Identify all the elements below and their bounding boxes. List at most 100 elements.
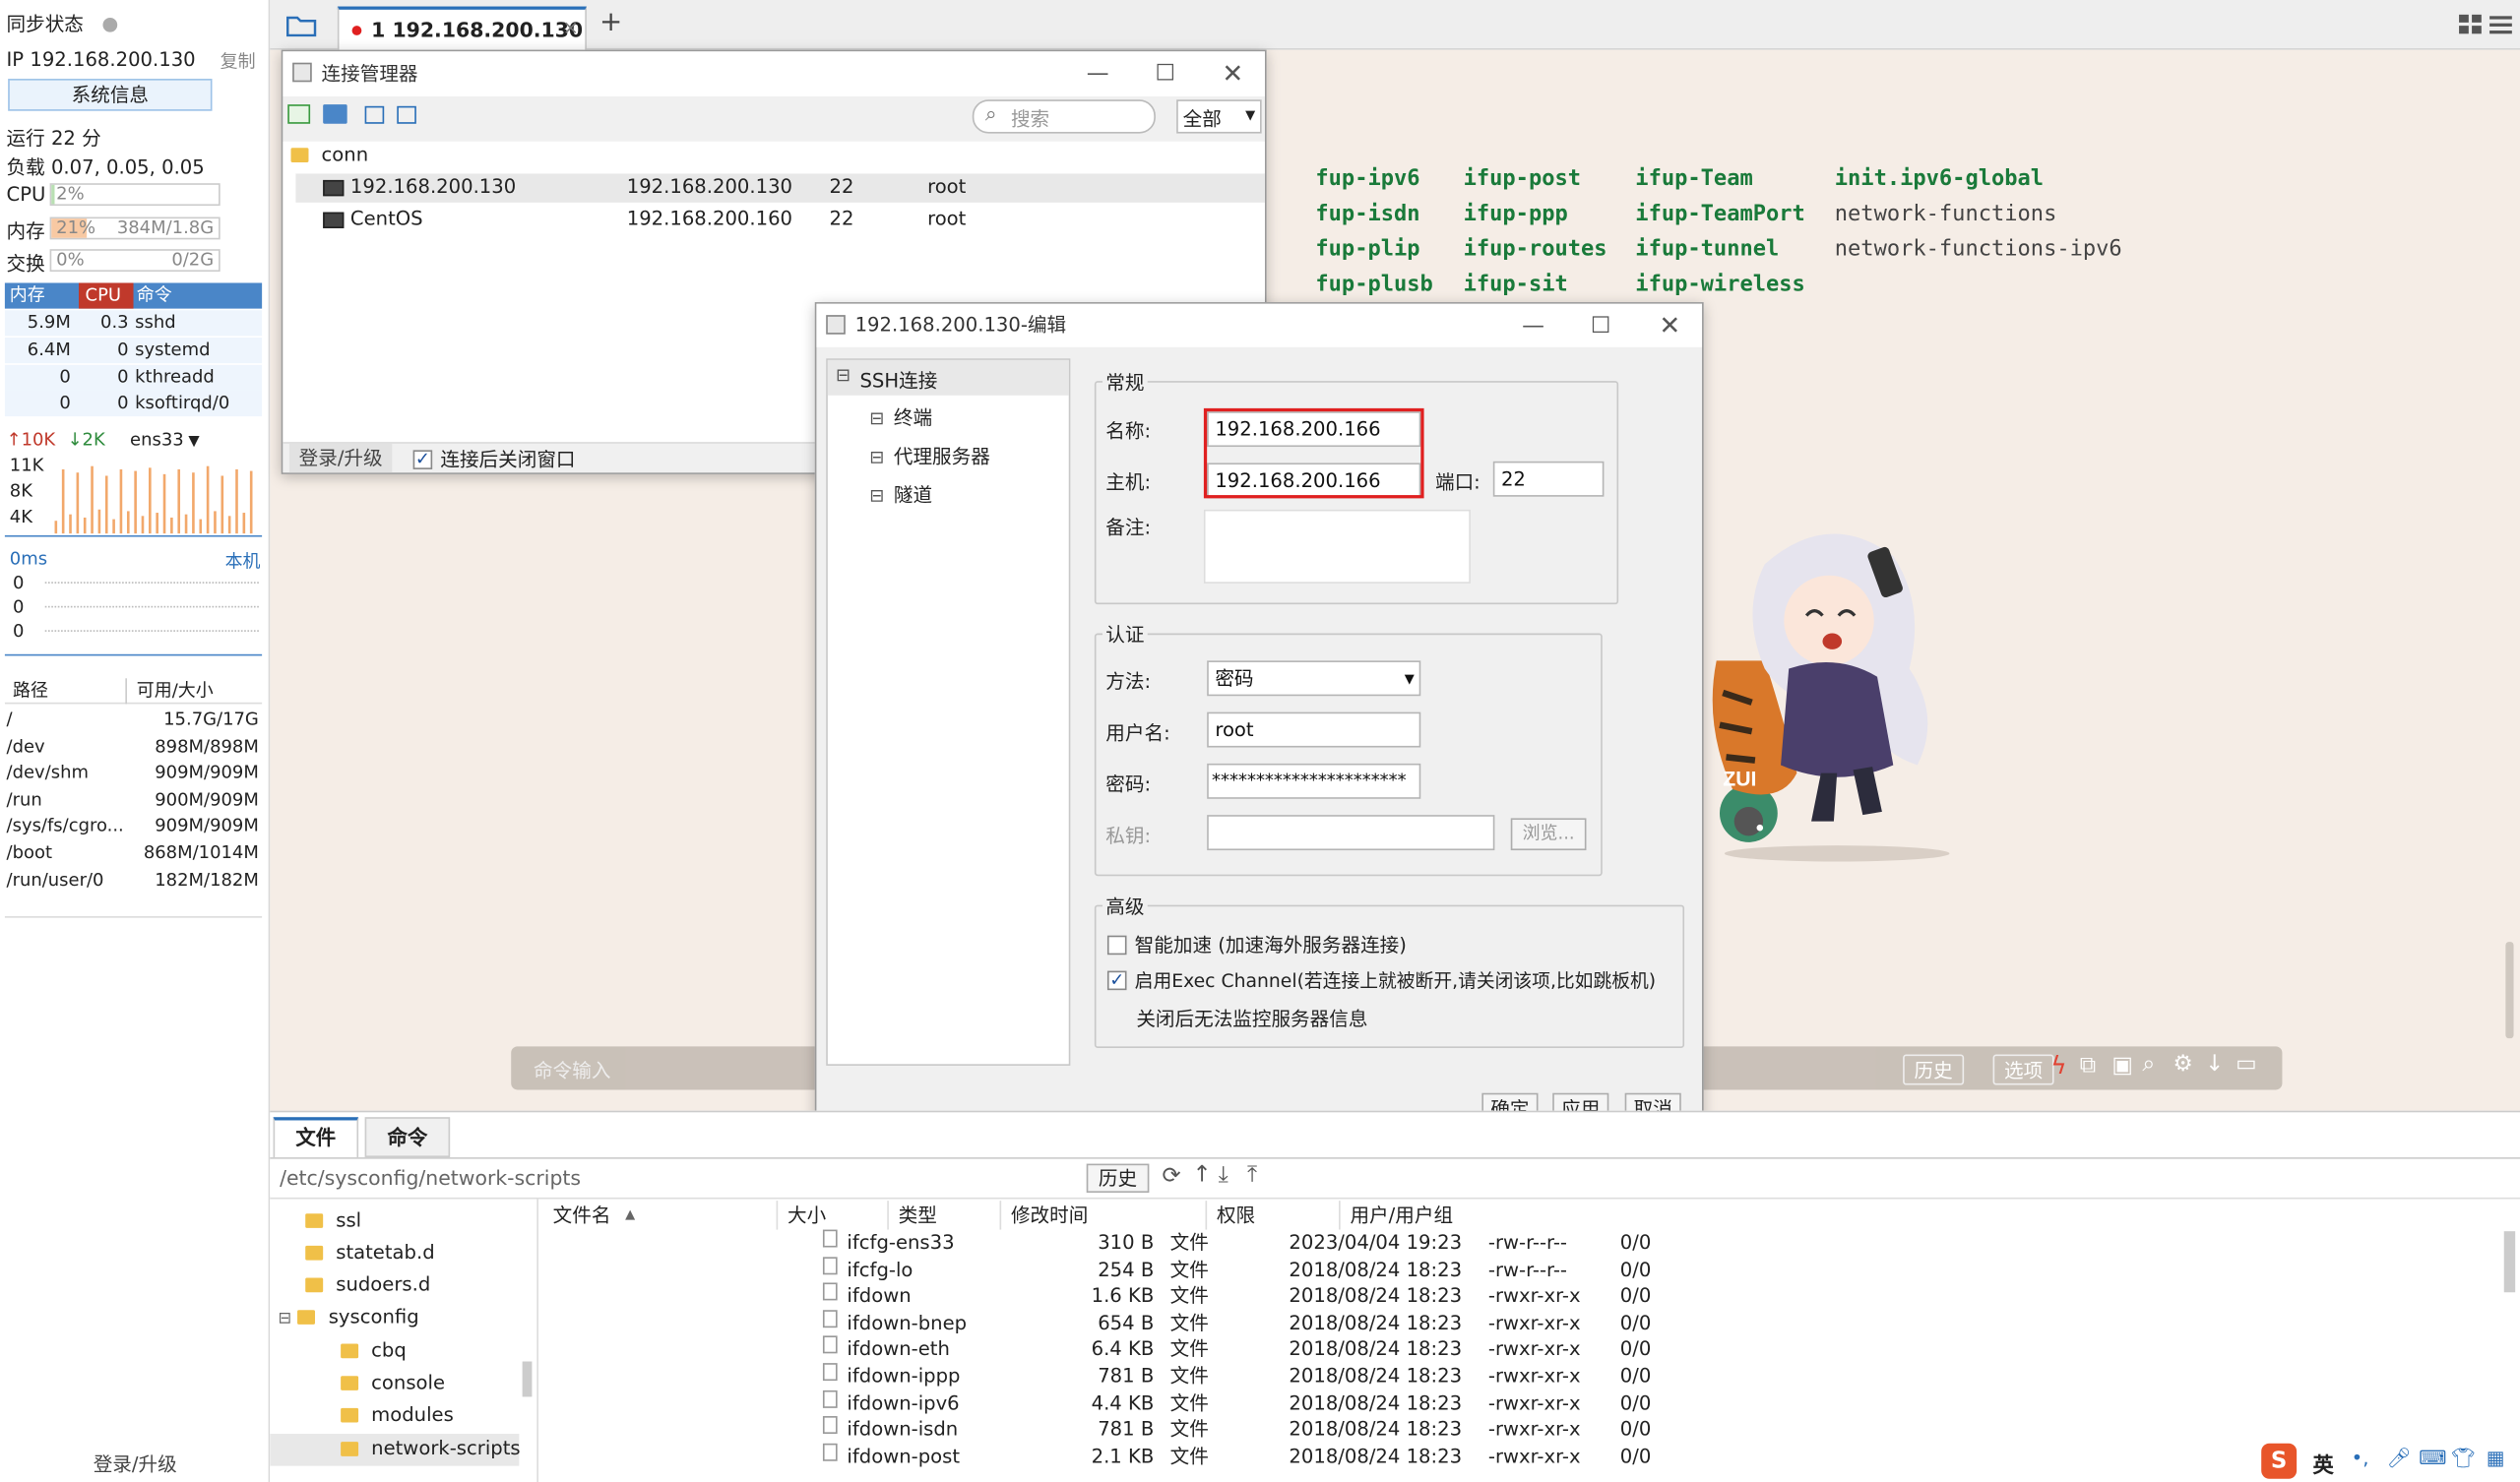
terminal-scrollbar[interactable] [2505,942,2514,1039]
ime-lang[interactable]: 英 [2312,1449,2333,1479]
collapse-icon[interactable]: ⊟ [836,365,850,386]
copy-icon[interactable]: ⧉ [2080,1053,2096,1079]
search-icon[interactable]: ⌕ [2142,1051,2155,1077]
minimize-icon[interactable]: — [1503,304,1564,349]
file-row[interactable]: ifdown-bnep 654 B 文件 2018/08/24 18:23 -rwxr-… [813,1309,1761,1336]
maximize-icon[interactable]: ☐ [1135,51,1196,96]
collapse-icon[interactable]: ⊟ [869,485,884,506]
fs-row[interactable]: /run 900M/909M [4,787,263,814]
dir-item[interactable]: statetab.d [305,1241,435,1264]
file-row[interactable]: ifdown-isdn 781 B 文件 2018/08/24 18:23 -rwxr-… [813,1416,1761,1443]
path-history-button[interactable]: 历史 [1086,1163,1150,1193]
fs-row[interactable]: /boot 868M/1014M [4,840,263,867]
copy-ip-button[interactable]: 复制 [220,48,256,74]
file-row[interactable]: ifdown-ipv6 4.4 KB 文件 2018/08/24 18:23 -rwxr… [813,1389,1761,1416]
fs-row[interactable]: /dev 898M/898M [4,733,263,760]
conn-search-input[interactable]: ⌕ 搜索 [972,99,1156,134]
dir-item[interactable]: modules [341,1403,454,1426]
layout-grid-icon[interactable] [2459,14,2482,35]
file-row[interactable]: ifdown-eth 6.4 KB 文件 2018/08/24 18:23 -rwxr-… [813,1335,1761,1363]
window-icon[interactable]: ▭ [2236,1051,2257,1077]
sort-asc-icon[interactable]: ▲ [625,1201,635,1229]
net-iface-select[interactable]: ens33 [130,429,184,450]
grid-icon[interactable]: ▦ [2487,1447,2505,1469]
expand-all-icon[interactable] [397,105,416,124]
dir-item[interactable]: cbq [341,1339,407,1361]
file-row[interactable]: ifcfg-lo 254 B 文件 2018/08/24 18:23 -rw-r--r-… [813,1256,1761,1283]
splitter[interactable] [536,1199,538,1482]
open-folder-icon[interactable] [286,13,319,38]
edit-dialog-titlebar[interactable]: 192.168.200.130-编辑 [816,303,1703,347]
dir-item-selected[interactable]: network-scripts [270,1433,521,1466]
download-icon[interactable]: ↓ [2205,1051,2224,1077]
collapse-all-icon[interactable] [364,105,385,124]
conn-folder[interactable]: conn [290,143,368,165]
port-input[interactable]: 22 [1492,461,1605,497]
upload-icon[interactable]: ⤒ [1247,1162,1257,1188]
note-textarea[interactable] [1203,509,1471,584]
exec-channel-checkbox[interactable]: ✓ [1106,967,1127,990]
conn-item[interactable]: CentOS 192.168.200.160 22 root [295,206,1265,234]
lightning-icon[interactable]: ϟ [2050,1051,2066,1080]
fs-header-size[interactable]: 可用/大小 [125,678,214,705]
fs-row[interactable]: / 15.7G/17G [4,707,263,733]
refresh-icon[interactable]: ⟳ [1162,1164,1180,1190]
proc-header-cpu[interactable]: CPU [79,282,134,309]
browse-button[interactable]: 浏览... [1510,818,1587,851]
file-row[interactable]: ifdown-post 2.1 KB 文件 2018/08/24 18:23 -rwxr… [813,1443,1761,1469]
dir-item-expanded[interactable]: ⊟ sysconfig [278,1305,418,1328]
tab-commands[interactable]: 命令 [364,1117,451,1158]
process-row[interactable]: 0 0 ksoftirqd/0 [4,390,263,417]
checkbox-unchecked-icon[interactable] [1106,934,1127,955]
login-upgrade-link[interactable]: 登录/升级 [94,1450,177,1477]
sogou-ime-icon[interactable]: S [2261,1443,2298,1479]
dir-item[interactable]: ssl [305,1208,361,1231]
process-row[interactable]: 6.4M 0 systemd [4,338,263,364]
smart-accel-checkbox[interactable] [1106,932,1127,955]
path-input[interactable]: /etc/sysconfig/network-scripts [270,1160,1077,1197]
username-input[interactable]: root [1207,711,1421,748]
tree-scrollbar[interactable] [522,1361,533,1397]
close-icon[interactable]: ✕ [1202,51,1263,96]
close-after-connect-checkbox[interactable]: ✓ [412,447,433,469]
file-row[interactable]: ifdown 1.6 KB 文件 2018/08/24 18:23 -rwxr-xr-x… [813,1282,1761,1310]
tab-files[interactable]: 文件 [273,1117,359,1158]
fs-row[interactable]: /sys/fs/cgro... 909M/909M [4,814,263,840]
collapse-icon[interactable]: ⊟ [278,1310,291,1328]
maximize-icon[interactable]: ☐ [1570,304,1631,349]
password-input[interactable]: ********************** [1207,763,1421,799]
col-header-name[interactable]: 文件名 [553,1201,611,1229]
up-dir-icon[interactable]: ↑ [1192,1162,1211,1188]
sysinfo-button[interactable]: 系统信息 [8,79,213,111]
history-button[interactable]: 历史 [1903,1054,1965,1085]
chevron-down-icon[interactable]: ▼ [184,434,199,450]
col-header-type[interactable]: 类型 [887,1201,937,1230]
add-tab-button[interactable]: + [599,7,622,39]
file-row[interactable]: ifcfg-ens33 310 B 文件 2023/04/04 19:23 -rw-r-… [813,1229,1761,1257]
close-tab-icon[interactable]: × [562,16,578,38]
col-header-owner[interactable]: 用户/用户组 [1339,1201,1453,1230]
login-upgrade-button[interactable]: 登录/升级 [288,443,393,473]
conn-item-selected[interactable]: 192.168.200.130 192.168.200.130 22 root [295,173,1265,203]
method-select[interactable]: 密码 ▼ [1207,660,1421,697]
tree-item-ssh[interactable]: ⊟ SSH连接 [827,359,1069,396]
command-input[interactable]: 命令输入 [534,1056,610,1083]
tree-item-proxy[interactable]: ⊟ 代理服务器 [869,442,990,469]
gear-icon[interactable]: ⚙ [2173,1051,2193,1077]
checkbox-checked-icon[interactable]: ✓ [1106,970,1127,990]
collapse-icon[interactable]: ⊟ [869,447,884,467]
new-folder-icon[interactable] [323,104,347,124]
microphone-icon[interactable]: 🎤︎ [2387,1447,2412,1469]
proc-header-mem[interactable]: 内存 [10,282,45,308]
proc-header-cmd[interactable]: 命令 [137,282,172,308]
new-session-icon[interactable] [287,104,311,124]
dir-item[interactable]: console [341,1371,445,1393]
menu-icon[interactable] [2489,15,2512,35]
tree-item-tunnel[interactable]: ⊟ 隧道 [869,480,932,508]
download-icon[interactable]: ⤓ [1219,1162,1228,1188]
skin-icon[interactable]: 👕︎ [2451,1447,2476,1469]
col-header-perm[interactable]: 权限 [1205,1201,1255,1230]
latency-host[interactable]: 本机 [225,548,261,574]
paste-icon[interactable]: ▣ [2111,1053,2133,1079]
file-row[interactable]: ifdown-ippp 781 B 文件 2018/08/24 18:23 -rwxr-… [813,1363,1761,1389]
